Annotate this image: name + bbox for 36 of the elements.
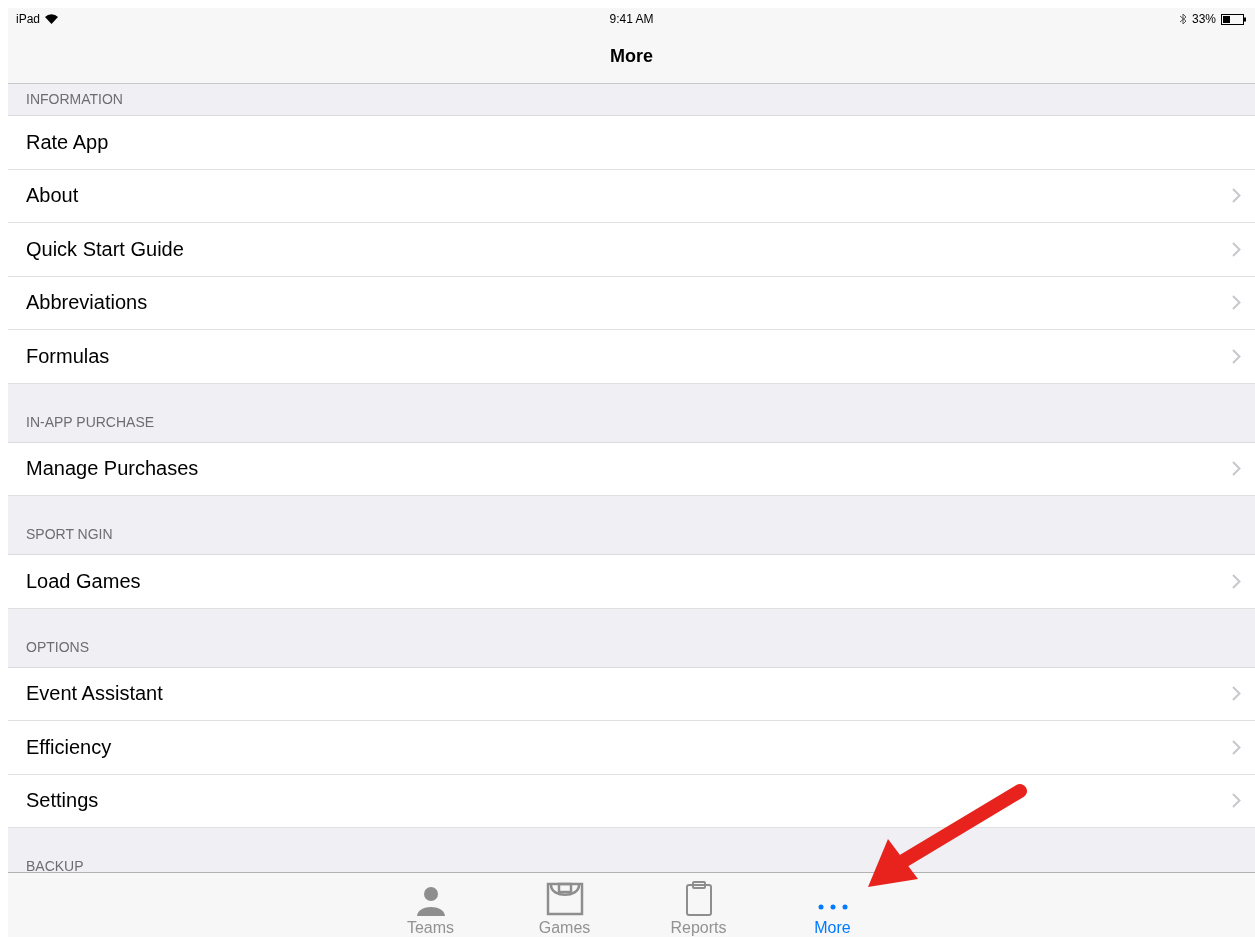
- row-label: Formulas: [26, 344, 110, 368]
- section-header: IN-APP PURCHASE: [26, 413, 155, 430]
- more-dots-icon: [817, 904, 848, 910]
- menu-row[interactable]: Load Games: [8, 555, 1255, 609]
- wifi-icon: [45, 14, 59, 24]
- clipboard-icon: [684, 880, 713, 916]
- row-label: Event Assistant: [26, 682, 163, 706]
- row-label: About: [26, 184, 79, 208]
- row-label: Manage Purchases: [26, 457, 199, 481]
- menu-row[interactable]: Abbreviations: [8, 276, 1255, 330]
- menu-row[interactable]: Settings: [8, 774, 1255, 828]
- clock-time: 9:41 AM: [609, 12, 654, 26]
- section-header: OPTIONS: [26, 638, 89, 655]
- person-icon: [414, 884, 447, 916]
- row-label: Abbreviations: [26, 291, 148, 315]
- row-label: Load Games: [26, 569, 141, 593]
- section-header: BACKUP: [26, 858, 84, 872]
- row-label: Settings: [26, 789, 99, 813]
- nav-title: More: [610, 46, 653, 67]
- battery-icon: [1221, 13, 1247, 25]
- menu-row[interactable]: Rate App: [8, 116, 1255, 170]
- row-label: Efficiency: [26, 735, 112, 759]
- battery-percent: 33%: [1191, 12, 1216, 26]
- court-icon: [545, 882, 584, 916]
- bluetooth-icon: [1178, 13, 1187, 25]
- device-name: iPad: [16, 12, 41, 26]
- menu-row[interactable]: Manage Purchases: [8, 442, 1255, 496]
- row-label: Quick Start Guide: [26, 237, 184, 261]
- row-label: Rate App: [26, 130, 109, 154]
- section-header: INFORMATION: [26, 91, 123, 107]
- menu-row[interactable]: Formulas: [8, 330, 1255, 384]
- section-header: SPORT NGIN: [26, 526, 113, 542]
- menu-row[interactable]: About: [8, 169, 1255, 223]
- menu-row[interactable]: Quick Start Guide: [8, 223, 1255, 277]
- menu-row[interactable]: Efficiency: [8, 721, 1255, 775]
- menu-row[interactable]: Event Assistant: [8, 667, 1255, 721]
